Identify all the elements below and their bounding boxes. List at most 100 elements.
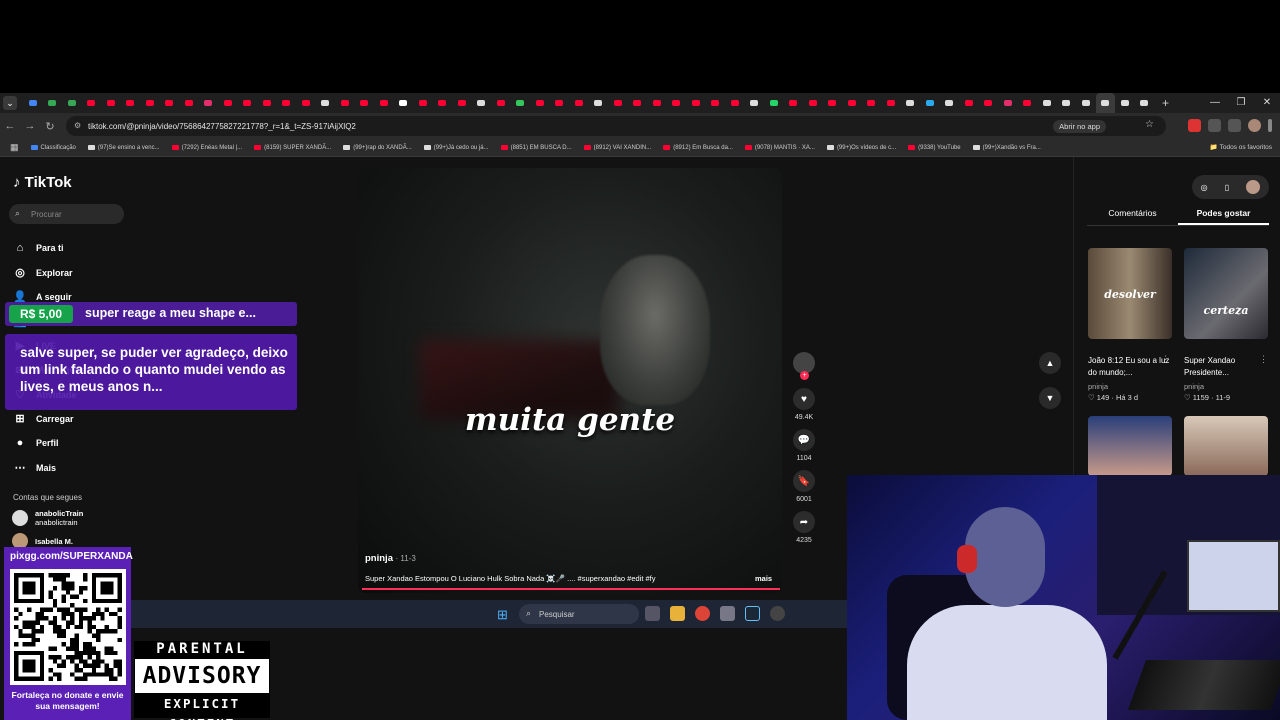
browser-tab[interactable] [998,93,1018,113]
browser-tab[interactable] [959,93,979,113]
forward-button[interactable]: → [20,120,40,132]
browser-tab[interactable] [881,93,901,113]
back-button[interactable]: ← [0,120,20,132]
settings-icon[interactable] [720,606,735,621]
browser-tab[interactable] [589,93,609,113]
browser-tab[interactable] [43,93,63,113]
close-window-button[interactable]: ✕ [1254,93,1280,113]
browser-tab[interactable] [823,93,843,113]
browser-tab[interactable] [296,93,316,113]
browser-tab[interactable] [257,93,277,113]
sidebar-item-carregar[interactable]: ⊞ Carregar [13,407,85,431]
browser-tab[interactable] [628,93,648,113]
extension-icon[interactable] [1208,119,1221,132]
sidebar-item-para-ti[interactable]: ⌂ Para ti [13,236,85,260]
browser-tab[interactable] [179,93,199,113]
steam-icon[interactable] [745,606,760,621]
bookmark-item[interactable]: (8912) Em Busca da... [663,145,733,151]
browser-tab[interactable] [335,93,355,113]
browser-tab[interactable] [511,93,531,113]
tab-you-may-like[interactable]: Podes gostar [1178,208,1269,225]
video-more-link[interactable]: mais [755,574,772,583]
suggestion-thumbnail[interactable] [1088,416,1172,476]
bookmark-item[interactable]: (7292) Enéas Metal |... [171,145,242,151]
video-progress-bar[interactable] [362,588,780,590]
browser-tab[interactable] [569,93,589,113]
browser-tab[interactable] [550,93,570,113]
share-icon[interactable]: ➦ [793,511,815,533]
compass-icon[interactable]: ◎ [1201,183,1208,192]
browser-tab[interactable] [238,93,258,113]
browser-tab[interactable] [433,93,453,113]
browser-tab[interactable] [277,93,297,113]
browser-tab[interactable] [803,93,823,113]
like-icon[interactable]: ♥ [793,388,815,410]
browser-tab[interactable] [862,93,882,113]
app-icon[interactable] [770,606,785,621]
browser-tab[interactable] [1115,93,1135,113]
bookmark-item[interactable]: (99+)Xandão vs Fra... [972,145,1041,151]
browser-tab[interactable] [647,93,667,113]
browser-tab[interactable] [374,93,394,113]
profile-avatar[interactable] [1248,119,1261,132]
following-item[interactable]: anabolicTrain anabolictrain [12,509,83,527]
browser-tab[interactable] [140,93,160,113]
tab-search-button[interactable]: ⌄ [3,96,17,110]
windows-start-icon[interactable]: ⊞ [497,607,508,623]
browser-tab[interactable] [940,93,960,113]
next-video-button[interactable]: ▼ [1039,387,1061,409]
browser-tab[interactable] [1135,93,1155,113]
bookmark-item[interactable]: (97)Se ensino a venc... [87,145,160,151]
all-bookmarks-folder[interactable]: 📁 Todos os favoritos [1210,143,1272,151]
browser-tab[interactable] [686,93,706,113]
suggestion-user[interactable]: pninja [1088,382,1108,391]
maximize-button[interactable]: ❐ [1228,93,1254,113]
file-explorer-icon[interactable] [670,606,685,621]
more-options-icon[interactable]: ⋮ [1161,354,1170,365]
bookmark-item[interactable]: (99+)Já cedo ou já... [423,145,489,151]
browser-tab[interactable] [1057,93,1077,113]
browser-tab[interactable] [979,93,999,113]
browser-tab[interactable] [745,93,765,113]
browser-tab[interactable] [355,93,375,113]
browser-tab[interactable] [920,93,940,113]
minimize-button[interactable]: — [1202,93,1228,113]
bookmark-item[interactable]: (99+)Os vídeos de c... [826,145,896,151]
browser-tab[interactable] [764,93,784,113]
suggestion-user[interactable]: pninja [1184,382,1204,391]
suggestion-thumbnail[interactable]: desolver [1088,248,1172,339]
browser-tab[interactable] [706,93,726,113]
previous-video-button[interactable]: ▲ [1039,352,1061,374]
browser-tab[interactable] [413,93,433,113]
suggestion-thumbnail[interactable] [1184,416,1268,476]
chrome-icon[interactable] [695,606,710,621]
browser-tab[interactable] [1095,93,1115,113]
new-tab-button[interactable]: + [1162,96,1169,110]
video-author[interactable]: pninja [365,553,393,564]
reload-button[interactable]: ↻ [40,120,60,133]
browser-tab[interactable] [23,93,43,113]
suggestion-title[interactable]: João 8:12 Eu sou a luz do mundo;... [1088,355,1172,379]
menu-icon[interactable] [1268,119,1272,132]
bookmark-item[interactable]: (8912) VAI XANDIN... [583,145,651,151]
sidebar-item-perfil[interactable]: ● Perfil [13,431,85,455]
follow-plus-icon[interactable]: + [800,371,809,380]
sidebar-item-mais[interactable]: ⋯ Mais [13,456,85,480]
user-avatar[interactable] [1246,180,1261,194]
search-input[interactable]: ⌕ Procurar [9,204,124,224]
browser-tab[interactable] [667,93,687,113]
browser-tab[interactable] [218,93,238,113]
browser-tab[interactable] [316,93,336,113]
bookmark-item[interactable]: Classificação [30,145,76,151]
browser-tab[interactable] [82,93,102,113]
bookmark-item[interactable]: (8159) SUPER XANDÃ... [254,145,331,151]
bookmark-item[interactable]: (9078) MANTIS · XA... [744,145,815,151]
site-info-icon[interactable]: ⚙ [74,121,81,130]
browser-tab[interactable] [901,93,921,113]
bookmark-icon[interactable]: 🔖 [793,470,815,492]
bookmark-star-icon[interactable]: ☆ [1145,119,1154,130]
sidebar-item-explorar[interactable]: ◎ Explorar [13,260,85,284]
browser-tab[interactable] [530,93,550,113]
browser-tab[interactable] [394,93,414,113]
browser-tab[interactable] [160,93,180,113]
